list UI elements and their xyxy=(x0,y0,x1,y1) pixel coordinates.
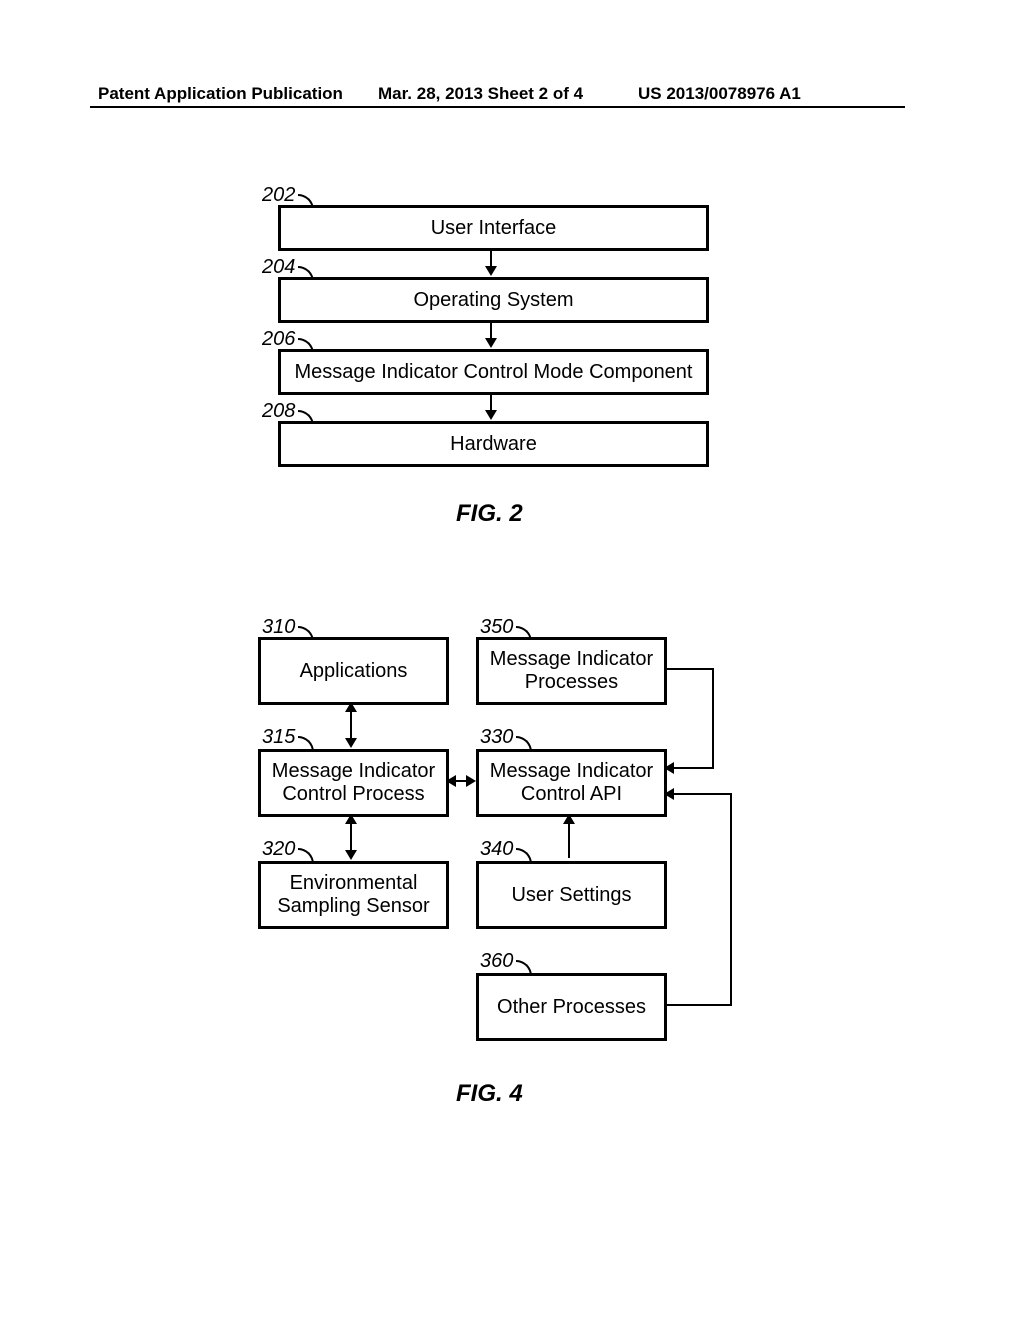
fig2-caption: FIG. 2 xyxy=(456,500,523,528)
box-label: Message Indicator Control Process xyxy=(272,760,435,806)
arrowhead-left-icon xyxy=(664,788,674,800)
box-label: User Settings xyxy=(511,884,631,907)
arrowhead-left-icon xyxy=(664,762,674,774)
box-label: Message Indicator Processes xyxy=(490,648,653,694)
box-applications: Applications xyxy=(258,637,449,705)
ref-360: 360 xyxy=(480,950,513,973)
box-msg-indicator-control-api: Message Indicator Control API xyxy=(476,749,667,817)
ref-208: 208 xyxy=(262,400,295,423)
box-label: Other Processes xyxy=(497,996,646,1019)
header-left: Patent Application Publication xyxy=(98,84,343,104)
arrow-line xyxy=(664,668,714,670)
arrow-line xyxy=(730,793,732,1006)
arrowhead-down-icon xyxy=(345,738,357,748)
ref-315: 315 xyxy=(262,726,295,749)
arrowhead-down-icon xyxy=(345,850,357,860)
arrow-line xyxy=(490,392,492,412)
box-label: Message Indicator Control API xyxy=(490,760,653,806)
box-user-interface: User Interface xyxy=(278,205,709,251)
arrowhead-down-icon xyxy=(485,410,497,420)
box-msg-indicator-mode: Message Indicator Control Mode Component xyxy=(278,349,709,395)
ref-202: 202 xyxy=(262,184,295,207)
box-label: Applications xyxy=(300,660,408,683)
arrowhead-down-icon xyxy=(485,338,497,348)
arrow-line xyxy=(350,710,352,740)
arrow-line xyxy=(674,793,732,795)
arrow-line xyxy=(490,320,492,340)
box-label: Environmental Sampling Sensor xyxy=(277,872,429,918)
ref-204: 204 xyxy=(262,256,295,279)
fig4-caption: FIG. 4 xyxy=(456,1080,523,1108)
arrow-line xyxy=(568,822,570,858)
header-mid: Mar. 28, 2013 Sheet 2 of 4 xyxy=(378,84,583,104)
ref-340: 340 xyxy=(480,838,513,861)
arrowhead-right-icon xyxy=(466,775,476,787)
arrow-line xyxy=(490,248,492,268)
box-env-sampling-sensor: Environmental Sampling Sensor xyxy=(258,861,449,929)
box-msg-indicator-control-process: Message Indicator Control Process xyxy=(258,749,449,817)
patent-page: Patent Application Publication Mar. 28, … xyxy=(0,0,1024,1320)
box-hardware: Hardware xyxy=(278,421,709,467)
box-label: Message Indicator Control Mode Component xyxy=(295,361,693,384)
arrow-line xyxy=(712,668,714,768)
ref-330: 330 xyxy=(480,726,513,749)
box-label: User Interface xyxy=(431,217,557,240)
box-label: Hardware xyxy=(450,433,537,456)
arrowhead-down-icon xyxy=(485,266,497,276)
header-rule xyxy=(90,106,905,108)
box-operating-system: Operating System xyxy=(278,277,709,323)
arrow-line xyxy=(350,822,352,852)
header-right: US 2013/0078976 A1 xyxy=(638,84,801,104)
ref-320: 320 xyxy=(262,838,295,861)
box-other-processes: Other Processes xyxy=(476,973,667,1041)
ref-350: 350 xyxy=(480,616,513,639)
box-msg-indicator-processes: Message Indicator Processes xyxy=(476,637,667,705)
arrow-line xyxy=(674,767,714,769)
box-user-settings: User Settings xyxy=(476,861,667,929)
ref-310: 310 xyxy=(262,616,295,639)
box-label: Operating System xyxy=(413,289,573,312)
ref-206: 206 xyxy=(262,328,295,351)
arrow-line xyxy=(664,1004,732,1006)
